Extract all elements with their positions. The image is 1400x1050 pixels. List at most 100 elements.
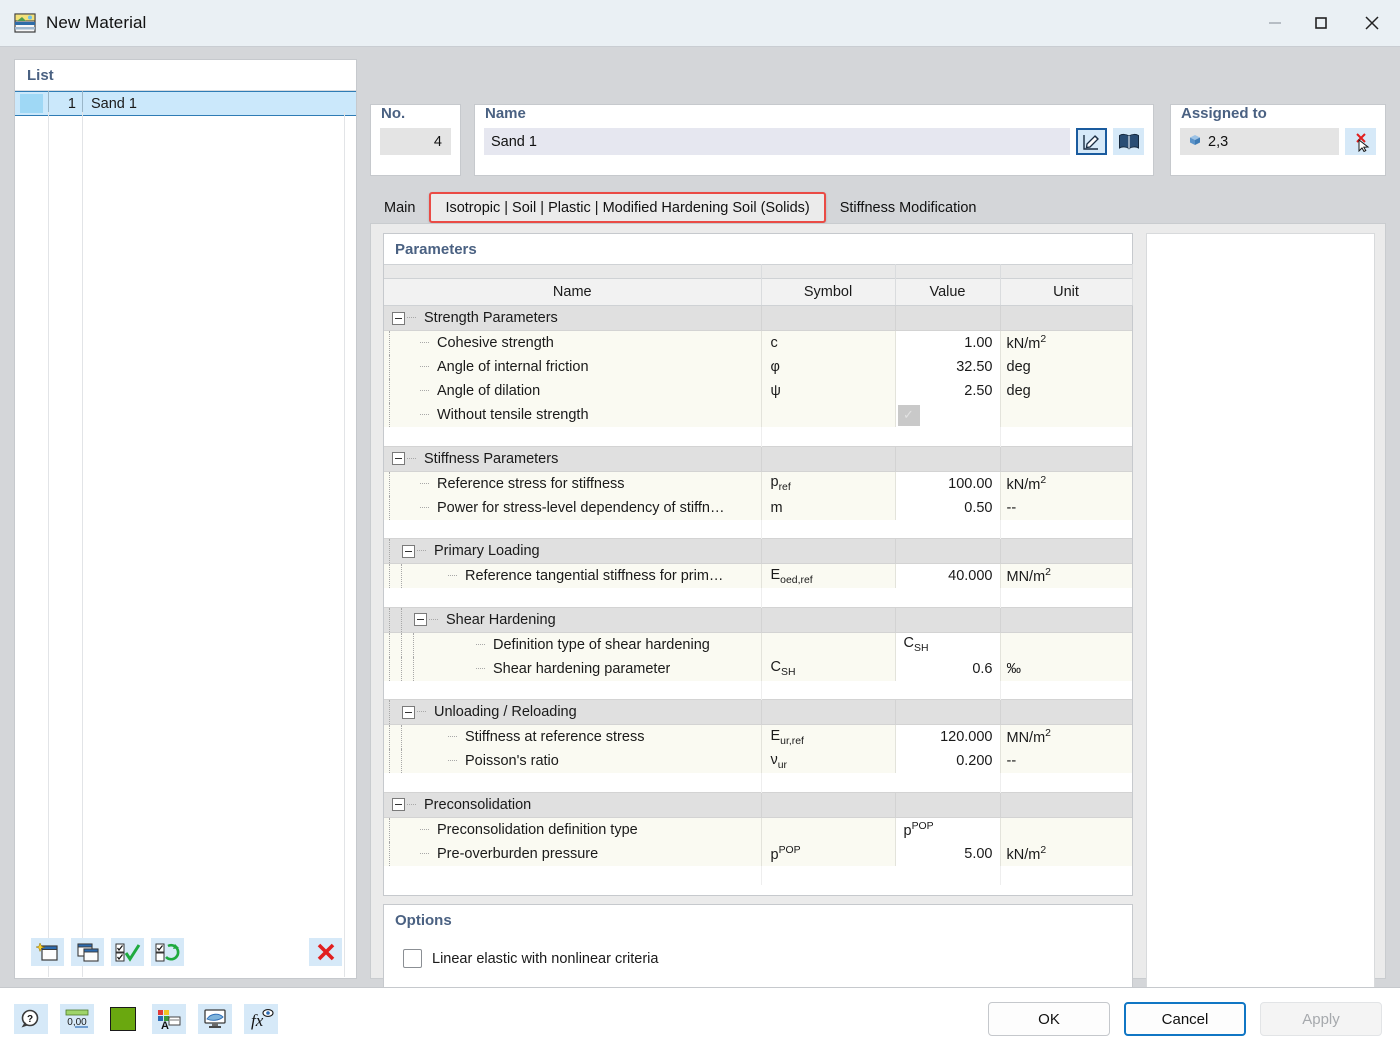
tree-rail [396, 633, 408, 657]
decimal-places-button[interactable]: 0,00 [60, 1004, 94, 1034]
table-row[interactable]: Angle of internal frictionφ32.50deg [384, 355, 1132, 379]
spacer-cell [384, 265, 761, 279]
invert-selection-button[interactable] [151, 938, 184, 966]
green-color-swatch-icon [110, 1007, 136, 1031]
column-header-name[interactable]: Name [384, 279, 761, 306]
table-row[interactable]: Power for stress-level dependency of sti… [384, 496, 1132, 520]
parameter-name: Strength Parameters [419, 310, 558, 326]
table-row[interactable]: Cohesive strengthc1.00kN/m2 [384, 331, 1132, 356]
parameter-value-cell[interactable]: 0.6 [895, 657, 1000, 681]
table-row[interactable]: Without tensile strength✓ [384, 403, 1132, 427]
parameter-unit-cell: -- [1000, 496, 1132, 520]
collapse-toggle-icon[interactable] [402, 706, 415, 719]
table-row[interactable]: Pre-overburden pressurepPOP5.00kN/m2 [384, 842, 1132, 866]
material-library-button[interactable] [1113, 128, 1144, 155]
column-header-unit[interactable]: Unit [1000, 279, 1132, 306]
parameter-symbol-cell: pPOP [761, 842, 895, 866]
parameter-unit-cell: ‰ [1000, 657, 1132, 681]
parameter-value-cell[interactable]: pPOP [895, 817, 1000, 842]
parameter-value-cell[interactable]: 2.50 [895, 379, 1000, 403]
column-header-value[interactable]: Value [895, 279, 1000, 306]
table-row[interactable]: Shear hardening parameterCSH0.6‰ [384, 657, 1132, 681]
table-group-row[interactable]: Stiffness Parameters [384, 446, 1132, 471]
collapse-toggle-icon[interactable] [392, 798, 405, 811]
number-input[interactable]: 4 [380, 128, 451, 155]
parameter-value-cell[interactable]: 100.00 [895, 471, 1000, 496]
collapse-toggle-icon[interactable] [392, 452, 405, 465]
parameter-value-cell [895, 792, 1000, 817]
apply-button[interactable]: Apply [1260, 1002, 1382, 1036]
table-row[interactable]: Preconsolidation definition type pPOP [384, 817, 1132, 842]
list-item[interactable]: 1 Sand 1 [15, 91, 356, 116]
parameter-name: Preconsolidation [419, 797, 531, 813]
collapse-toggle-icon[interactable] [392, 312, 405, 325]
without-tensile-strength-checkbox[interactable]: ✓ [898, 405, 920, 426]
new-material-button[interactable] [31, 938, 64, 966]
parameter-value-cell[interactable]: 0.50 [895, 496, 1000, 520]
parameter-name-cell: Reference stress for stiffness [384, 471, 761, 496]
ok-button[interactable]: OK [988, 1002, 1110, 1036]
column-header-symbol[interactable]: Symbol [761, 279, 895, 306]
color-button[interactable] [106, 1004, 140, 1034]
parameter-name-cell: Poisson's ratio [384, 749, 761, 773]
tree-elbow [420, 355, 432, 379]
parameter-name: Primary Loading [429, 543, 540, 559]
parameter-value-cell[interactable]: CSH [895, 632, 1000, 657]
formula-button[interactable]: fx [244, 1004, 278, 1034]
tree-rail [384, 725, 396, 749]
maximize-icon[interactable] [1298, 0, 1344, 47]
color-swatch-cell[interactable] [15, 91, 48, 116]
gap-cell [895, 681, 1000, 700]
parameter-value-cell[interactable]: 1.00 [895, 331, 1000, 356]
name-input[interactable]: Sand 1 [484, 128, 1070, 155]
table-row[interactable]: Angle of dilationψ2.50deg [384, 379, 1132, 403]
parameter-value-cell[interactable]: ✓ [895, 403, 1000, 427]
table-group-row[interactable]: Unloading / Reloading [384, 700, 1132, 725]
delete-material-button[interactable] [309, 938, 342, 966]
tree-elbow [448, 725, 460, 749]
parameter-value-cell[interactable]: 120.000 [895, 725, 1000, 750]
rendering-button[interactable] [198, 1004, 232, 1034]
parameter-value-cell[interactable]: 32.50 [895, 355, 1000, 379]
table-group-row[interactable]: Shear Hardening [384, 607, 1132, 632]
table-row[interactable]: Poisson's ratioνur0.200-- [384, 749, 1132, 773]
tree-elbow [448, 564, 460, 588]
window-title: New Material [46, 13, 146, 33]
parameter-symbol-cell [761, 446, 895, 471]
table-row[interactable]: Stiffness at reference stressEur,ref120.… [384, 725, 1132, 750]
parameter-name: Shear hardening parameter [488, 661, 670, 677]
select-all-button[interactable] [111, 938, 144, 966]
tab-isotropic-soil-plastic-modified-hardening-soil[interactable]: Isotropic | Soil | Plastic | Modified Ha… [429, 192, 825, 223]
list-rows: 1 Sand 1 [15, 91, 356, 116]
parameter-symbol-cell [761, 700, 895, 725]
table-row[interactable]: Reference stress for stiffnesspref100.00… [384, 471, 1132, 496]
parameter-value-cell[interactable]: 5.00 [895, 842, 1000, 866]
parameter-unit-cell: kN/m2 [1000, 471, 1132, 496]
table-group-row[interactable]: Strength Parameters [384, 306, 1132, 331]
tab-main[interactable]: Main [370, 192, 429, 223]
parameter-symbol-cell: m [761, 496, 895, 520]
parameter-value-cell [895, 306, 1000, 331]
parameter-name: Preconsolidation definition type [432, 822, 638, 838]
collapse-toggle-icon[interactable] [414, 613, 427, 626]
close-icon[interactable] [1344, 0, 1400, 47]
copy-material-button[interactable] [71, 938, 104, 966]
parameter-unit-cell: MN/m2 [1000, 725, 1132, 750]
parameter-value-cell[interactable]: 40.000 [895, 564, 1000, 589]
table-group-row[interactable]: Primary Loading [384, 539, 1132, 564]
assigned-to-input[interactable]: 2,3 [1180, 128, 1339, 155]
linear-elastic-checkbox[interactable] [403, 949, 422, 968]
deselect-button[interactable] [1345, 128, 1376, 155]
cancel-button[interactable]: Cancel [1124, 1002, 1246, 1036]
number-field-panel: No. 4 [370, 104, 461, 176]
edit-name-button[interactable] [1076, 128, 1107, 155]
table-row[interactable]: Definition type of shear hardeningCSH [384, 632, 1132, 657]
collapse-toggle-icon[interactable] [402, 545, 415, 558]
display-properties-button[interactable]: A [152, 1004, 186, 1034]
tab-stiffness-modification[interactable]: Stiffness Modification [826, 192, 991, 223]
parameter-value-cell[interactable]: 0.200 [895, 749, 1000, 773]
table-group-row[interactable]: Preconsolidation [384, 792, 1132, 817]
help-button[interactable]: ? [14, 1004, 48, 1034]
table-row[interactable]: Reference tangential stiffness for prim…… [384, 564, 1132, 589]
minimize-icon[interactable] [1252, 0, 1298, 47]
